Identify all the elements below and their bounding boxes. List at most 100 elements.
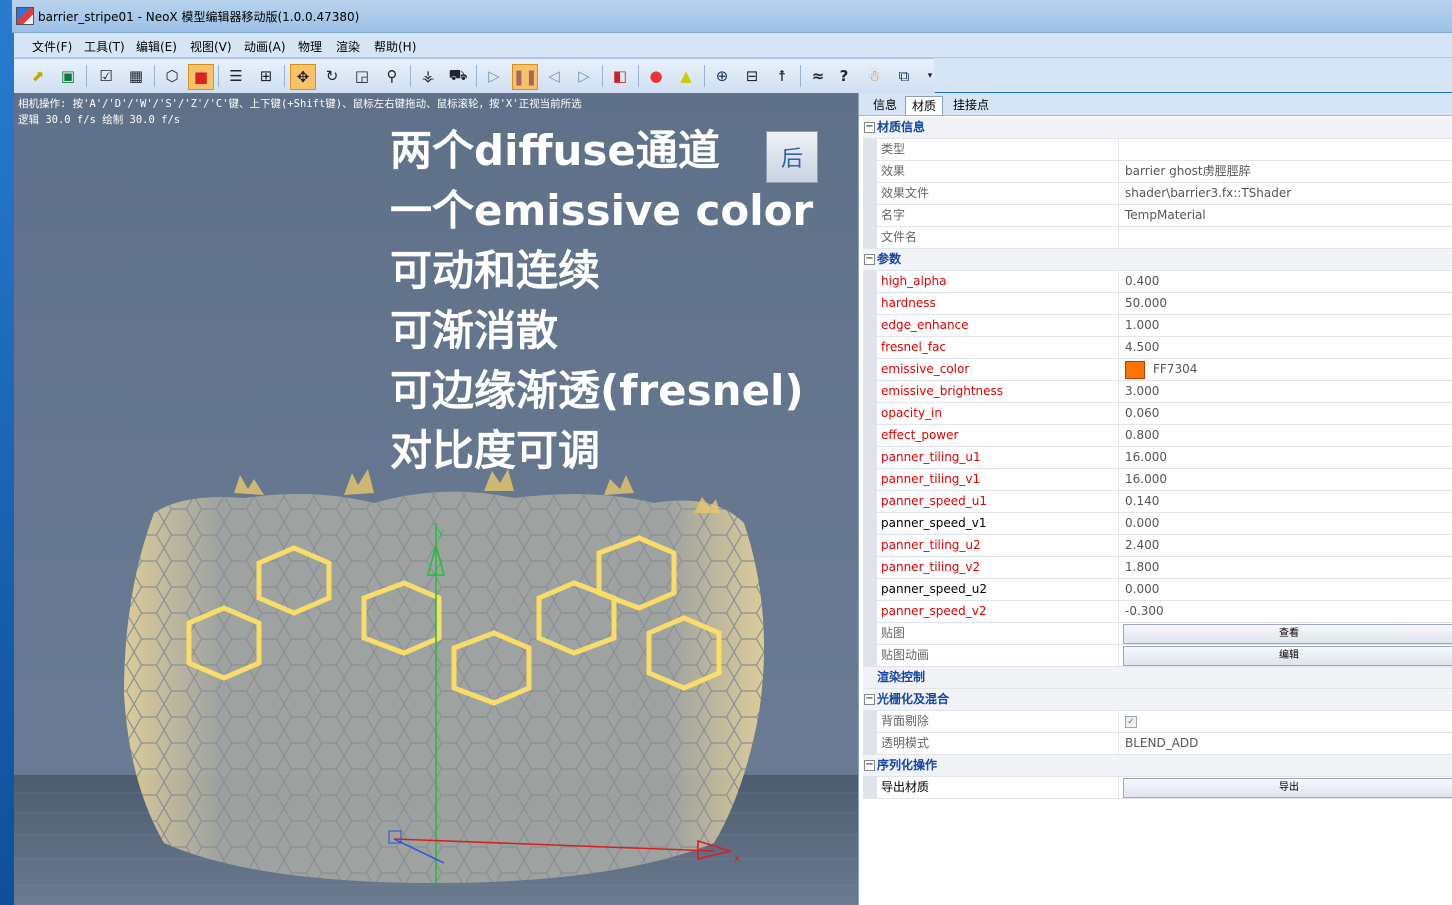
collapse-icon[interactable]: − [864,694,875,705]
param-row[interactable]: panner_speed_u1 0.140 [863,491,1452,513]
next-frame-icon[interactable]: ▷ [572,64,596,88]
param-label: panner_speed_u2 [863,579,1119,600]
collapse-icon[interactable]: − [864,122,875,133]
color-value[interactable]: FF7304 [1125,359,1197,380]
windows-icon[interactable]: ⧉ [892,64,916,88]
menu-edit[interactable]: 编辑(E) [136,38,177,55]
menu-animation[interactable]: 动画(A) [244,38,286,55]
menu-physics[interactable]: 物理 [298,38,322,55]
param-row[interactable]: emissive_color FF7304 [863,359,1452,381]
property-row[interactable]: 文件名 [863,227,1452,249]
param-value[interactable]: -0.300 [1125,601,1164,622]
film-icon[interactable]: ⊟ [740,64,764,88]
param-row[interactable]: opacity_in 0.060 [863,403,1452,425]
cull-row[interactable]: 背面剔除 ✓ [863,711,1452,733]
param-value[interactable]: 0.140 [1125,491,1159,512]
param-value[interactable]: 0.000 [1125,513,1159,534]
param-row[interactable]: hardness 50.000 [863,293,1452,315]
param-value[interactable]: 3.000 [1125,381,1159,402]
param-row[interactable]: panner_tiling_v1 16.000 [863,469,1452,491]
pause-icon[interactable]: ❚❚ [512,64,538,90]
param-value[interactable]: 16.000 [1125,469,1167,490]
3d-viewport[interactable]: 相机操作: 按'A'/'D'/'W'/'S'/'Z'/'C'键、上下键(+Shi… [14,93,858,905]
param-value[interactable]: 16.000 [1125,447,1167,468]
property-row[interactable]: 类型 [863,139,1452,161]
menu-tools[interactable]: 工具(T) [84,38,125,55]
param-row[interactable]: panner_tiling_v2 1.800 [863,557,1452,579]
param-value[interactable]: 50.000 [1125,293,1167,314]
param-value[interactable]: 0.000 [1125,579,1159,600]
menu-help[interactable]: 帮助(H) [374,38,416,55]
collapse-icon[interactable]: − [864,254,875,265]
property-label: 效果 [863,161,1119,182]
param-row[interactable]: emissive_brightness 3.000 [863,381,1452,403]
param-row[interactable]: panner_tiling_u2 2.400 [863,535,1452,557]
tab-material[interactable]: 材质 [905,96,944,115]
category-raster-blend[interactable]: − 光栅化及混合 [863,689,1452,711]
scale-icon[interactable]: ◲ [350,64,374,88]
bone-icon[interactable]: ⚲ [380,64,404,88]
rotate-icon[interactable]: ↻ [320,64,344,88]
category-render-control[interactable]: 渲染控制 [863,667,1452,689]
triangle-color-icon[interactable]: ▲ [674,64,698,88]
param-row[interactable]: high_alpha 0.400 [863,271,1452,293]
collapse-icon[interactable]: − [864,760,875,771]
param-row[interactable]: panner_speed_v2 -0.300 [863,601,1452,623]
param-value[interactable]: 0.060 [1125,403,1159,424]
color-swatch[interactable] [1125,360,1145,379]
wireframe-cube-icon[interactable]: ⬡ [160,64,184,88]
export-button[interactable]: 导出 [1123,778,1452,798]
solid-cube-icon[interactable]: ■ [188,64,214,90]
list-icon[interactable]: ☰ [224,64,248,88]
tab-attach-points[interactable]: 挂接点 [947,96,995,114]
category-params[interactable]: − 参数 [863,249,1452,271]
menu-render[interactable]: 渲染 [336,38,360,55]
open-file-icon[interactable]: ⬈ [26,64,50,88]
property-row[interactable]: 效果文件 shader\barrier3.fx::TShader [863,183,1452,205]
param-label: panner_tiling_u1 [863,447,1119,468]
move-icon[interactable]: ✥ [290,64,316,90]
blend-value[interactable]: BLEND_ADD [1125,733,1198,754]
camera-icon[interactable]: ⛟ [446,64,470,88]
param-row[interactable]: edge_enhance 1.000 [863,315,1452,337]
hierarchy-icon[interactable]: ⊞ [254,64,278,88]
globe-icon[interactable]: ⊕ [710,64,734,88]
category-serialize[interactable]: − 序列化操作 [863,755,1452,777]
figure-icon[interactable]: ☨ [770,64,794,88]
color-wheel-icon[interactable]: ● [644,64,668,88]
skeleton-icon[interactable]: ⚶ [416,64,440,88]
param-value[interactable]: 2.400 [1125,535,1159,556]
param-value[interactable]: 4.500 [1125,337,1159,358]
prev-frame-icon[interactable]: ◁ [542,64,566,88]
character-icon[interactable]: ☃ [862,64,886,88]
param-label: opacity_in [863,403,1119,424]
cull-value[interactable]: ✓ [1125,711,1137,732]
param-row[interactable]: fresnel_fac 4.500 [863,337,1452,359]
tab-info[interactable]: 信息 [867,96,903,114]
param-row[interactable]: effect_power 0.800 [863,425,1452,447]
property-row[interactable]: 效果 barrier ghost虏脛脛脺 [863,161,1452,183]
snap-icon[interactable]: ≈ [806,64,830,88]
blend-row[interactable]: 透明模式 BLEND_ADD [863,733,1452,755]
param-value[interactable]: 0.400 [1125,271,1159,292]
edit-check-icon[interactable]: ☑ [94,64,118,88]
cull-checkbox[interactable]: ✓ [1125,715,1137,728]
param-value[interactable]: 0.800 [1125,425,1159,446]
view-texture-button[interactable]: 查看 [1123,624,1452,644]
help-icon[interactable]: ? [832,64,856,88]
play-icon[interactable]: ▷ [482,64,506,88]
color-swap-icon[interactable]: ◧ [608,64,632,88]
menu-view[interactable]: 视图(V) [190,38,232,55]
category-material-info[interactable]: − 材质信息 [863,117,1452,139]
edit-texture-anim-button[interactable]: 编辑 [1123,646,1452,666]
view-cube[interactable]: 后 [766,131,818,183]
param-value[interactable]: 1.800 [1125,557,1159,578]
param-row[interactable]: panner_speed_u2 0.000 [863,579,1452,601]
save-icon[interactable]: ▣ [56,64,80,88]
grid-check-icon[interactable]: ▦ [124,64,148,88]
property-row[interactable]: 名字 TempMaterial [863,205,1452,227]
param-row[interactable]: panner_speed_v1 0.000 [863,513,1452,535]
param-value[interactable]: 1.000 [1125,315,1159,336]
param-row[interactable]: panner_tiling_u1 16.000 [863,447,1452,469]
menu-file[interactable]: 文件(F) [32,38,72,55]
